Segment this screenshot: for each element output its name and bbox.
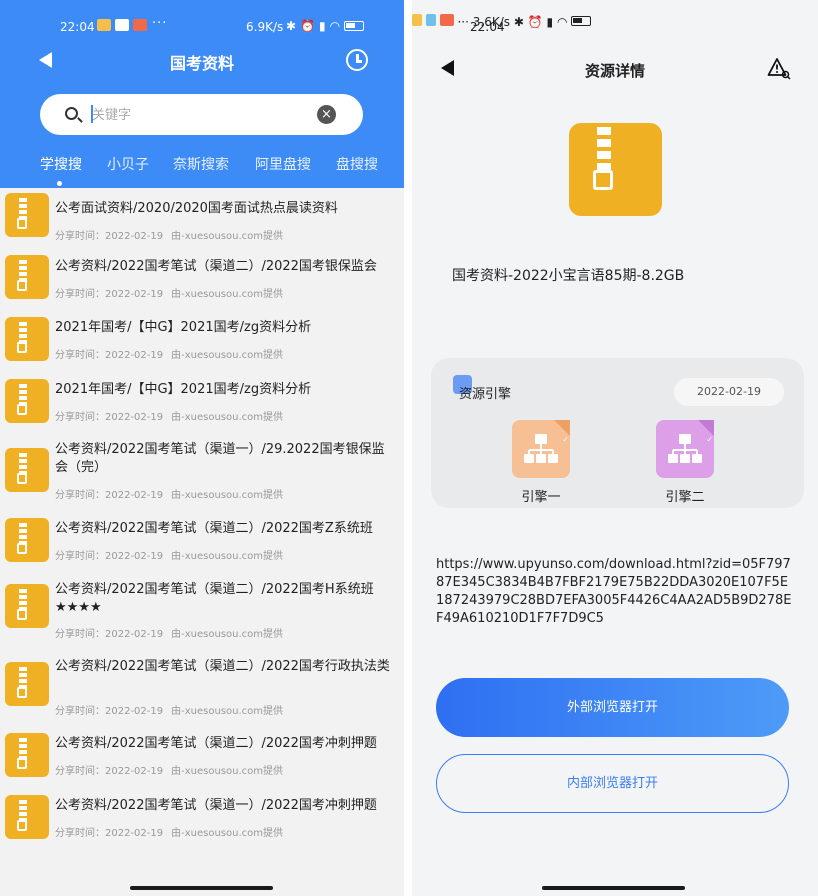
item-meta: 分享时间：2022-02-19 由-xuesousou.com提供 xyxy=(55,412,284,423)
item-meta: 分享时间：2022-02-19 由-xuesousou.com提供 xyxy=(55,551,284,562)
clear-icon[interactable]: × xyxy=(317,105,336,124)
alarm-icon: ⏰ xyxy=(527,15,543,29)
bluetooth-icon: ✱ xyxy=(286,19,297,33)
item-meta: 分享时间：2022-02-19 由-xuesousou.com提供 xyxy=(55,231,284,242)
item-meta: 分享时间：2022-02-19 由-xuesousou.com提供 xyxy=(55,766,284,777)
item-title: 公考资料/2022国考笔试（渠道二）/2022国考Z系统班 xyxy=(55,521,373,536)
item-title: 公考资料/2022国考笔试（渠道一）/29.2022国考银保监会（完） xyxy=(55,442,385,475)
zip-file-icon xyxy=(5,379,49,423)
item-title: 公考资料/2022国考笔试（渠道二）/2022国考银保监会 xyxy=(55,259,377,274)
zip-file-icon xyxy=(5,193,49,237)
selected-check-icon xyxy=(554,420,570,444)
item-meta: 分享时间：2022-02-19 由-xuesousou.com提供 xyxy=(55,629,284,640)
app-notification-icon xyxy=(97,19,111,31)
item-title: 公考资料/2022国考笔试（渠道一）/2022国考冲刺押题 xyxy=(55,798,377,813)
status-bar: 22:04 ··· 6.9K/s ✱ ⏰ ▮ ◠ xyxy=(0,14,404,42)
home-indicator[interactable] xyxy=(542,886,685,890)
zip-file-icon xyxy=(5,662,49,706)
screen-divider xyxy=(404,0,412,896)
share-date-badge: 2022-02-19 xyxy=(674,378,784,406)
engine-section-title: 资源引擎 xyxy=(459,387,512,402)
search-input[interactable] xyxy=(92,102,302,128)
engine-two-button[interactable] xyxy=(656,420,714,478)
zip-file-icon xyxy=(5,584,49,628)
app-notification-icon xyxy=(425,14,436,26)
zip-file-icon xyxy=(5,733,49,777)
battery-icon xyxy=(571,16,592,26)
app-notification-icon xyxy=(439,14,454,26)
item-title: 公考资料/2022国考笔试（渠道二）/2022国考行政执法类 xyxy=(55,659,390,674)
engine-one-button[interactable] xyxy=(512,420,570,478)
search-bar: × xyxy=(40,94,363,135)
item-meta: 分享时间：2022-02-19 由-xuesousou.com提供 xyxy=(55,289,284,300)
zip-file-icon xyxy=(5,317,49,361)
battery-icon xyxy=(344,21,365,31)
engine-two-label: 引擎二 xyxy=(665,490,705,505)
system-icons: ✱ ⏰ ▮ ◠ xyxy=(286,19,365,33)
signal-icon: ▮ xyxy=(319,19,326,33)
more-notifications-icon: ··· xyxy=(152,16,168,31)
page-title: 资源详情 xyxy=(584,62,645,80)
tab-xiaobeizi[interactable]: 小贝子 xyxy=(107,154,149,174)
report-icon[interactable] xyxy=(767,56,791,80)
zip-file-icon xyxy=(5,448,49,492)
search-icon xyxy=(65,107,78,120)
system-icons: ✱ ⏰ ▮ ◠ xyxy=(513,15,592,29)
tab-aliyun-pansou[interactable]: 阿里盘搜 xyxy=(255,154,311,174)
alarm-icon: ⏰ xyxy=(300,19,316,33)
open-external-browser-button[interactable]: 外部浏览器打开 xyxy=(436,678,789,737)
item-meta: 分享时间：2022-02-19 由-xuesousou.com提供 xyxy=(55,490,284,501)
history-icon[interactable] xyxy=(346,49,368,71)
selected-check-icon xyxy=(698,420,714,444)
status-time: 22:04 xyxy=(470,20,505,34)
header-bar: 22:04 ··· 6.9K/s ✱ ⏰ ▮ ◠ 国考资料 关键字 × 学搜搜 … xyxy=(0,0,404,188)
app-notification-icon xyxy=(115,19,129,31)
tab-naisi-search[interactable]: 奈斯搜索 xyxy=(173,154,229,174)
item-title: 2021年国考/【中G】2021国考/zg资料分析 xyxy=(55,320,312,335)
engine-card: 资源引擎 2022-02-19 引擎一 xyxy=(431,358,804,508)
item-meta: 分享时间：2022-02-19 由-xuesousou.com提供 xyxy=(55,706,284,717)
item-title: 公考资料/2022国考笔试（渠道二）/2022国考H系统班★★★★ xyxy=(55,582,374,615)
zip-file-icon xyxy=(5,518,49,562)
item-meta: 分享时间：2022-02-19 由-xuesousou.com提供 xyxy=(55,828,284,839)
search-results-screen: 22:04 ··· 6.9K/s ✱ ⏰ ▮ ◠ 国考资料 关键字 × 学搜搜 … xyxy=(0,0,404,896)
tab-xuesousou[interactable]: 学搜搜 xyxy=(40,154,82,174)
status-time: 22:04 xyxy=(60,20,95,34)
bluetooth-icon: ✱ xyxy=(513,15,524,29)
engine-tabs: 学搜搜 小贝子 奈斯搜索 阿里盘搜 盘搜搜 xyxy=(0,154,404,188)
zip-file-icon xyxy=(5,795,49,839)
more-notifications-icon: ··· xyxy=(457,15,469,29)
item-meta: 分享时间：2022-02-19 由-xuesousou.com提供 xyxy=(55,350,284,361)
zip-file-icon xyxy=(5,255,49,299)
signal-icon: ▮ xyxy=(546,15,554,29)
app-notification-icon xyxy=(412,14,422,26)
open-internal-browser-button[interactable]: 内部浏览器打开 xyxy=(436,754,789,813)
page-title: 国考资料 xyxy=(169,54,234,73)
active-tab-indicator xyxy=(57,181,62,186)
download-url: https://www.upyunso.com/download.html?zi… xyxy=(436,557,792,626)
status-net-speed: 6.9K/s xyxy=(246,20,284,34)
notification-icons xyxy=(97,19,147,31)
item-title: 2021年国考/【中G】2021国考/zg资料分析 xyxy=(55,382,312,397)
tab-pansousou[interactable]: 盘搜搜 xyxy=(336,154,378,174)
item-title: 公考面试资料/2020/2020国考面试热点晨读资料 xyxy=(55,201,338,216)
home-indicator[interactable] xyxy=(130,886,273,890)
item-title: 公考资料/2022国考笔试（渠道二）/2022国考冲刺押题 xyxy=(55,736,377,751)
zip-file-icon xyxy=(569,123,662,216)
status-bar: 22:04 ··· 3.6K/s ✱ ⏰ ▮ ◠ xyxy=(412,14,818,42)
wifi-icon: ◠ xyxy=(329,19,341,33)
notification-icons xyxy=(412,14,457,29)
engine-one-label: 引擎一 xyxy=(521,490,561,505)
resource-name: 国考资料-2022小宝言语85期-8.2GB xyxy=(452,268,685,284)
resource-detail-screen: 22:04 ··· 3.6K/s ✱ ⏰ ▮ ◠ 资源详情 国考资料-2022小… xyxy=(412,0,818,896)
wifi-icon: ◠ xyxy=(556,15,568,29)
app-notification-icon xyxy=(133,19,147,31)
